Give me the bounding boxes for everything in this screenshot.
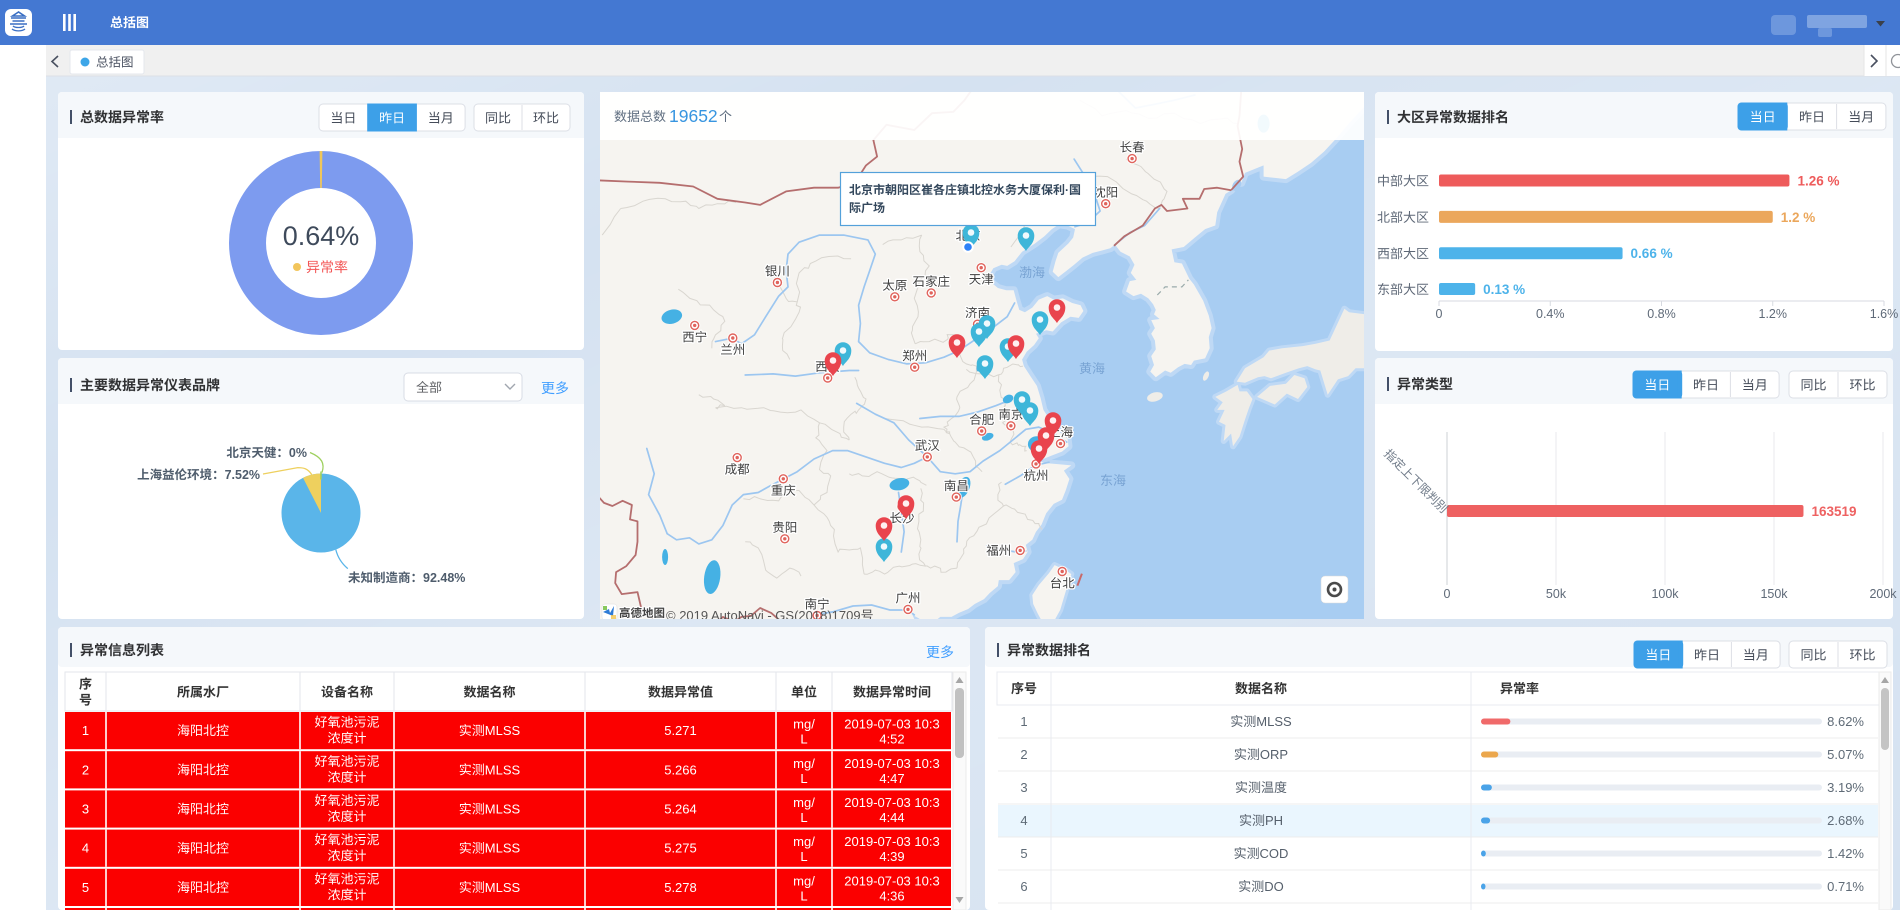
svg-text:100k: 100k [1651,587,1679,601]
svg-text:2019-07-03 10:3: 2019-07-03 10:3 [844,834,939,849]
svg-text:PH: PH [1265,813,1283,828]
svg-text:MLSS: MLSS [485,880,521,895]
svg-text:MLSS: MLSS [485,841,521,856]
svg-text:0.8%: 0.8% [1647,307,1676,321]
svg-text:1.2 %: 1.2 % [1781,210,1816,225]
svg-text:4:52: 4:52 [879,732,904,747]
svg-text:ORP: ORP [1260,747,1288,762]
svg-text:0.13 %: 0.13 % [1483,282,1525,297]
svg-text:4: 4 [1020,813,1027,828]
svg-text:MLSS: MLSS [485,802,521,817]
svg-text:·: · [1065,183,1069,197]
svg-text:4:47: 4:47 [879,771,904,786]
svg-text:50k: 50k [1546,587,1567,601]
svg-text:0.4%: 0.4% [1536,307,1565,321]
svg-text:0%: 0% [289,446,307,460]
svg-text:2: 2 [1020,747,1027,762]
svg-text:5.266: 5.266 [664,762,697,777]
svg-text:5.275: 5.275 [664,841,697,856]
svg-text:L: L [800,771,807,786]
svg-text:MLSS: MLSS [1256,714,1292,729]
svg-text:19652: 19652 [669,106,718,126]
svg-text:3: 3 [1020,780,1027,795]
svg-text:L: L [800,732,807,747]
svg-text:3: 3 [82,802,89,817]
svg-text:1.26 %: 1.26 % [1797,174,1839,189]
svg-text:0: 0 [1444,587,1451,601]
svg-text:4:44: 4:44 [879,810,904,825]
svg-text:2: 2 [82,762,89,777]
svg-text:92.48%: 92.48% [423,571,465,585]
svg-text:2019-07-03 10:3: 2019-07-03 10:3 [844,795,939,810]
svg-text:200k: 200k [1869,587,1897,601]
svg-text:5.264: 5.264 [664,802,697,817]
svg-text:0.71%: 0.71% [1827,879,1864,894]
svg-text:mg/: mg/ [793,795,815,810]
svg-text:2019-07-03 10:3: 2019-07-03 10:3 [844,717,939,732]
svg-text:L: L [800,810,807,825]
svg-text:mg/: mg/ [793,756,815,771]
svg-text:1.2%: 1.2% [1759,307,1788,321]
svg-text:150k: 150k [1760,587,1788,601]
svg-text:2.68%: 2.68% [1827,813,1864,828]
svg-text:0.66 %: 0.66 % [1631,246,1673,261]
svg-text:4: 4 [82,841,89,856]
svg-text:5.07%: 5.07% [1827,747,1864,762]
svg-text:1.6%: 1.6% [1870,307,1899,321]
svg-text:COD: COD [1260,846,1289,861]
svg-text:1: 1 [82,723,89,738]
svg-text:2019-07-03 10:3: 2019-07-03 10:3 [844,756,939,771]
svg-text:MLSS: MLSS [485,723,521,738]
svg-text:6: 6 [1020,879,1027,894]
svg-text:1.42%: 1.42% [1827,846,1864,861]
svg-text:5: 5 [1020,846,1027,861]
svg-text:mg/: mg/ [793,834,815,849]
svg-text:4:36: 4:36 [879,888,904,903]
svg-text:0.64%: 0.64% [283,221,360,251]
svg-text:mg/: mg/ [793,717,815,732]
svg-text:163519: 163519 [1811,504,1856,519]
svg-text:DO: DO [1264,879,1284,894]
svg-text:3.19%: 3.19% [1827,780,1864,795]
svg-text:0: 0 [1436,307,1443,321]
svg-text:MLSS: MLSS [485,762,521,777]
svg-text:2019-07-03 10:3: 2019-07-03 10:3 [844,873,939,888]
svg-text:L: L [800,849,807,864]
svg-text:4:39: 4:39 [879,849,904,864]
svg-text:5.278: 5.278 [664,880,697,895]
svg-text:mg/: mg/ [793,873,815,888]
svg-text:5: 5 [82,880,89,895]
svg-text:5.271: 5.271 [664,723,697,738]
svg-text:1: 1 [1020,714,1027,729]
svg-text:7.52%: 7.52% [225,468,260,482]
svg-text:L: L [800,888,807,903]
svg-text:8.62%: 8.62% [1827,714,1864,729]
